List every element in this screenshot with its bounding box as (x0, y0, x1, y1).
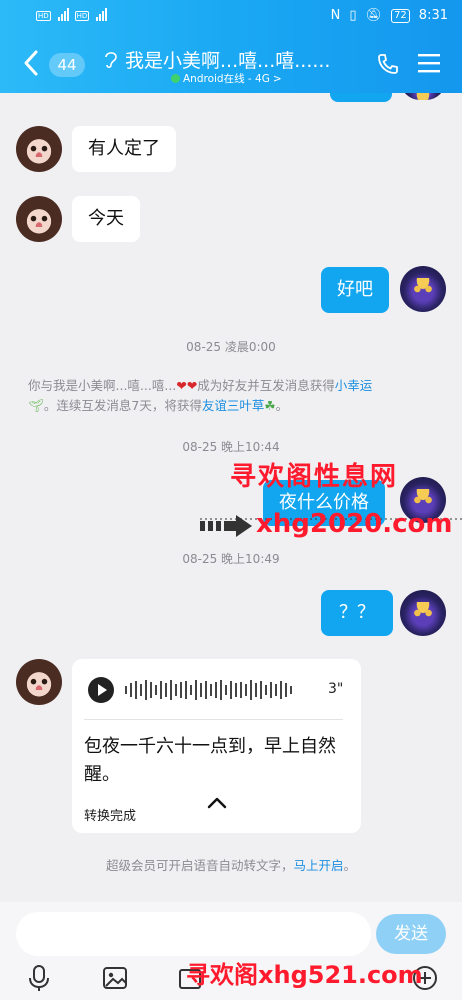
message-bubble-outgoing[interactable]: ？？ (321, 590, 393, 636)
mic-icon[interactable] (26, 964, 52, 992)
avatar-contact[interactable] (16, 196, 62, 242)
nfc-icon: N (330, 8, 341, 23)
online-status-text: Android在线 - 4G (183, 73, 270, 85)
voice-transcript-status: 转换完成 (84, 809, 137, 824)
signal-icon (57, 5, 69, 21)
waveform (125, 679, 292, 701)
hd-icon: HD (74, 11, 90, 21)
system-text: 。 (275, 398, 289, 413)
mute-icon: 🔕︎ (365, 8, 383, 23)
watermark-text: xhg2020.com (256, 509, 453, 539)
clock: 8:31 (418, 8, 448, 23)
vip-tip-end: 。 (343, 858, 357, 873)
send-button[interactable]: 发送 (376, 914, 446, 954)
hd-icon: HD (36, 11, 51, 21)
link-clover[interactable]: 友谊三叶草 (202, 398, 265, 413)
voice-message-card[interactable]: 3" 包夜一千六十一点到，早上自然醒。 转换完成 (72, 659, 361, 833)
phone-icon[interactable] (376, 52, 400, 76)
ear-icon[interactable] (103, 49, 119, 69)
heart-icon: ❤❤ (176, 378, 198, 393)
system-message: 你与我是小美啊...嘻...嘻...❤❤成为好友并互发消息获得小幸运 🌱︎。连续… (28, 376, 438, 416)
menu-icon[interactable] (418, 52, 440, 74)
voice-transcript: 包夜一千六十一点到，早上自然醒。 (84, 736, 336, 785)
timestamp: 08-25 晚上10:44 (182, 440, 280, 454)
back-arrow-icon[interactable] (20, 48, 44, 78)
status-right: N ▯ 🔕︎ 72 8:31 (331, 8, 448, 23)
signal-icon (96, 5, 108, 21)
signal-indicators: HD HD (36, 5, 108, 21)
divider (84, 719, 343, 720)
system-text: 你与我是小美啊...嘻...嘻... (28, 378, 177, 393)
avatar-contact[interactable] (16, 659, 62, 705)
clover-icon: ☘ (264, 398, 276, 413)
message-bubble-incoming[interactable]: 今天 (72, 196, 140, 242)
battery-icon: 72 (391, 8, 410, 23)
chevron-up-icon[interactable] (206, 795, 228, 809)
system-text: 。连续互发消息7天，将获得 (43, 398, 202, 413)
chat-title[interactable]: 我是小美啊...嘻...嘻...... (125, 46, 330, 73)
chat-header: HD HD N ▯ 🔕︎ 72 8:31 44 我是小美啊...嘻...嘻...… (0, 0, 462, 93)
watermark-text: 寻欢阁xhg521.com (186, 961, 423, 989)
vip-tip: 超级会员可开启语音自动转文字，马上开启。 (0, 856, 462, 876)
timestamp: 08-25 晚上10:49 (182, 552, 280, 566)
message-input[interactable] (16, 912, 371, 956)
voice-duration: 3" (328, 681, 344, 697)
avatar-self[interactable] (400, 590, 446, 636)
online-dot-icon (171, 74, 180, 83)
vip-enable-link[interactable]: 马上开启 (293, 858, 343, 873)
message-bubble-outgoing[interactable]: 好吧 (321, 267, 389, 313)
watermark-text: 寻欢阁性息网 (230, 462, 399, 492)
avatar-contact[interactable] (16, 126, 62, 172)
status-bar: HD HD N ▯ 🔕︎ 72 8:31 (0, 0, 462, 34)
chevron-right-icon: > (272, 72, 282, 85)
link-lucky[interactable]: 小幸运 (335, 378, 373, 393)
online-status[interactable]: Android在线 - 4G > (171, 71, 282, 86)
avatar-self[interactable] (400, 266, 446, 312)
vip-tip-text: 超级会员可开启语音自动转文字， (105, 858, 294, 873)
play-icon[interactable] (88, 677, 114, 703)
nav-row: 44 我是小美啊...嘻...嘻...... Android在线 - 4G > (0, 40, 462, 88)
sprout-icon: 🌱︎ (28, 398, 44, 413)
arrow-right-icon (200, 515, 252, 537)
timestamp: 08-25 凌晨0:00 (186, 340, 276, 354)
vibrate-icon: ▯ (349, 8, 357, 23)
message-bubble-incoming[interactable]: 有人定了 (72, 126, 176, 172)
unread-badge[interactable]: 44 (49, 53, 85, 77)
image-icon[interactable] (102, 964, 128, 992)
system-text: 成为好友并互发消息获得 (197, 378, 335, 393)
